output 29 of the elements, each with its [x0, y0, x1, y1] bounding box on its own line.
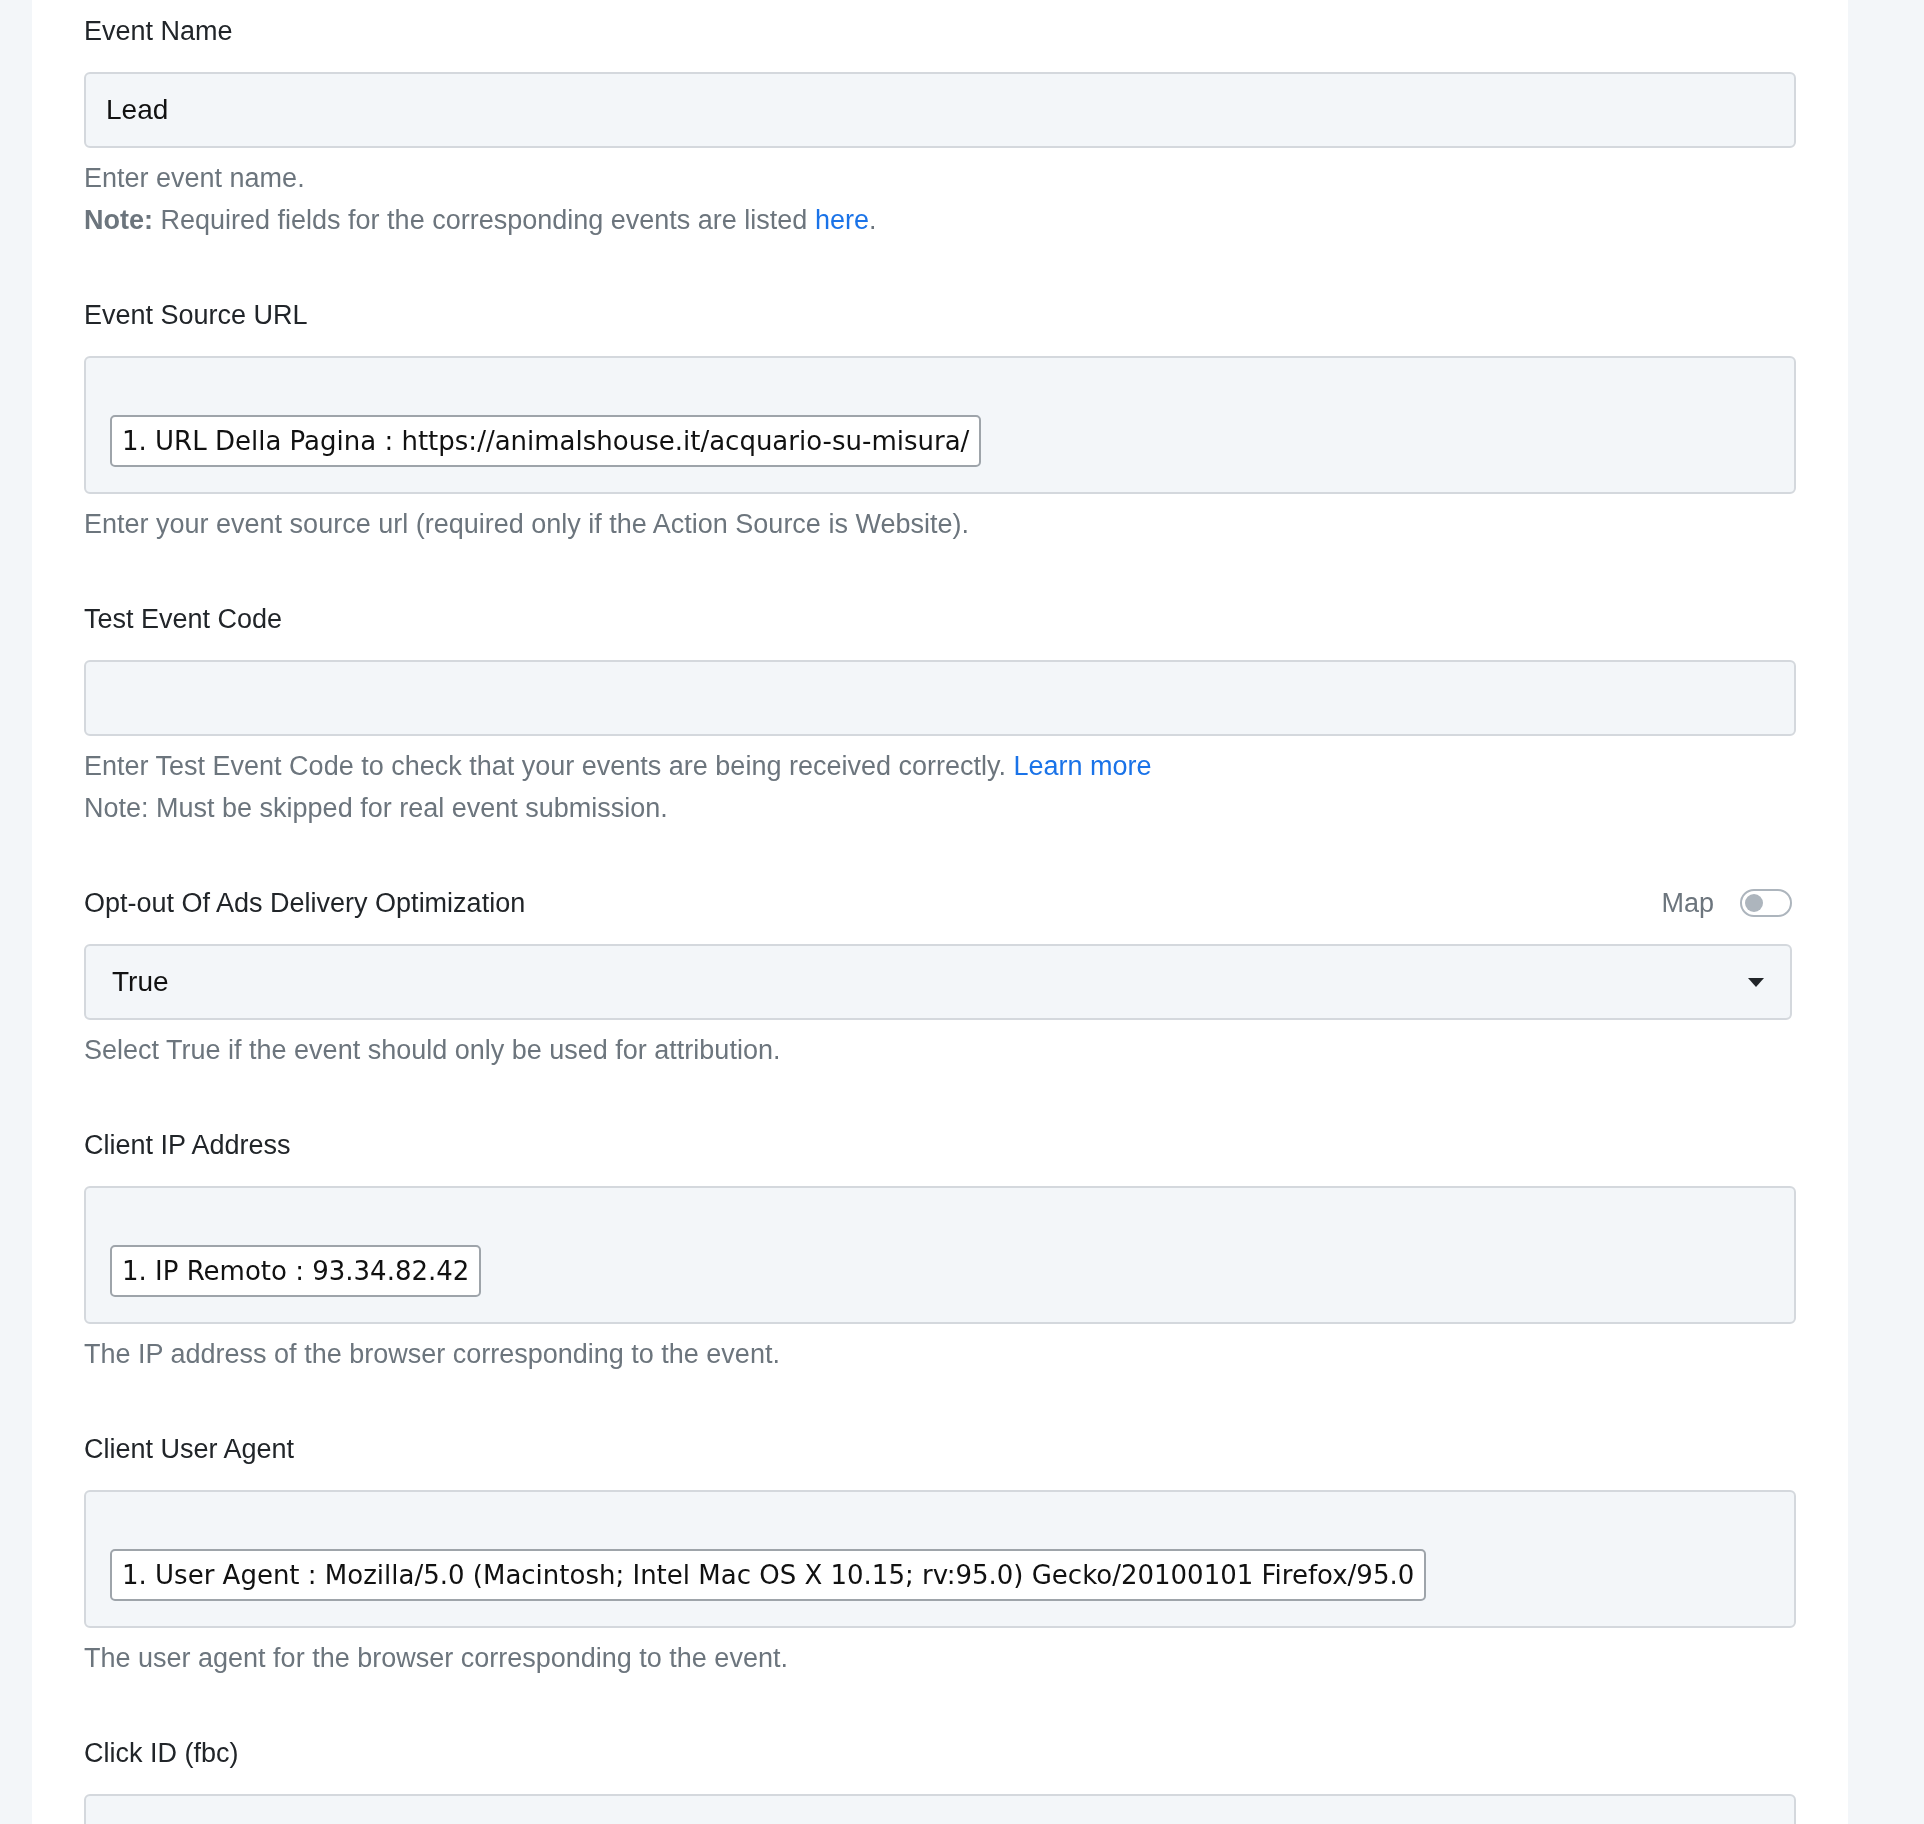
- caret-icon: [1748, 977, 1764, 987]
- mapped-value-tag: 1. IP Remoto : 93.34.82.42: [110, 1245, 482, 1297]
- help-text: Enter Test Event Code to check that your events are being received correctly. Learn more: [84, 750, 1153, 783]
- help-text: The user agent for the browser corresponding to the event.: [84, 1642, 789, 1675]
- field-label: Client User Agent: [84, 1433, 295, 1466]
- field-label: Client IP Address: [84, 1129, 291, 1162]
- help-text: Note: Required fields for the corresponding events are listed here.: [84, 204, 878, 237]
- help-text: Select True if the event should only be used for attribution.: [84, 1034, 782, 1067]
- field-label: Test Event Code: [84, 603, 283, 636]
- help-text: Enter your event source url (required only if the Action Source is Website).: [84, 508, 970, 541]
- field-label: Click ID (fbc): [84, 1737, 239, 1770]
- field-label: Event Name: [84, 15, 233, 48]
- mapping-field[interactable]: 1. URL Della Pagina : https://animalshouse.it/acquario-su-misura/: [84, 356, 1796, 494]
- help-text: Enter event name.: [84, 162, 306, 195]
- mapping-field[interactable]: 1. IP Remoto : 93.34.82.42: [84, 1186, 1796, 1324]
- select-dropdown[interactable]: True: [84, 944, 1792, 1020]
- text-field[interactable]: [84, 660, 1796, 736]
- help-text: The IP address of the browser corresponding to the event.: [84, 1338, 781, 1371]
- field-label: Opt-out Of Ads Delivery Optimization: [84, 887, 526, 920]
- field-label: Event Source URL: [84, 299, 308, 332]
- text-field[interactable]: Lead: [84, 72, 1796, 148]
- help-link[interactable]: Learn more: [1013, 751, 1152, 781]
- mapping-field[interactable]: 1. User Agent : Mozilla/5.0 (Macintosh; Intel Mac OS X 10.15; rv:95.0) Gecko/20100101 Firefox/95.0: [84, 1490, 1796, 1628]
- toggle-switch[interactable]: [1740, 889, 1792, 917]
- mapped-value-tag: 1. User Agent : Mozilla/5.0 (Macintosh; Intel Mac OS X 10.15; rv:95.0) Gecko/20100101 Firefox/95.0: [110, 1549, 1427, 1601]
- toggle-label: Map: [1661, 887, 1714, 919]
- mapped-value-tag: 1. URL Della Pagina : https://animalshouse.it/acquario-su-misura/: [110, 415, 982, 467]
- help-text: Note: Must be skipped for real event submission.: [84, 792, 669, 825]
- help-link[interactable]: here: [814, 205, 869, 235]
